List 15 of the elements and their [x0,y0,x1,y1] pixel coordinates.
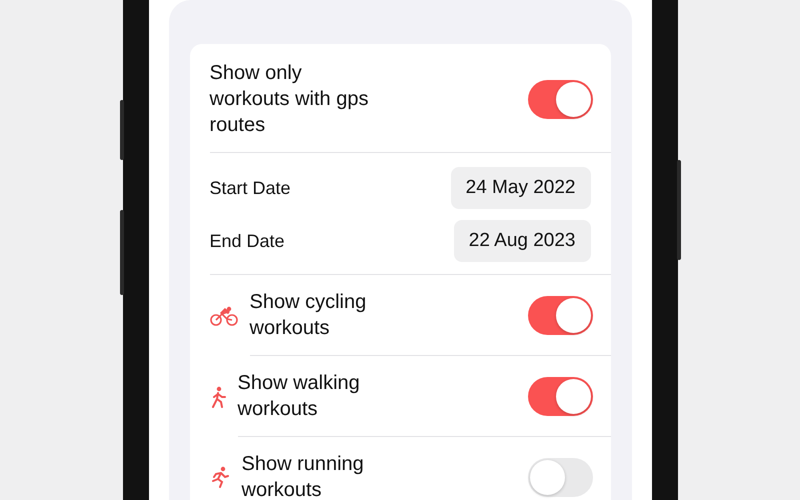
toggle-label: Show only workouts with gps routes [210,61,370,138]
toggle-label: Show walking workouts [238,371,361,422]
date-picker[interactable]: 24 May 2022 [450,167,590,209]
walking-person-icon [210,386,226,408]
toggle-switch[interactable] [528,296,592,334]
toggle-switch[interactable] [528,80,592,118]
cyclist-icon [210,306,238,326]
date-label: End Date [210,230,285,252]
toggle-label: Show running workouts [242,452,365,500]
toggle-switch[interactable] [528,376,592,416]
toggle-label: Show cycling workouts [250,290,368,341]
date-picker[interactable]: 22 Aug 2023 [454,220,590,262]
date-label: Start Date [210,178,291,198]
toggle-switch[interactable] [528,458,592,496]
running-person-icon [210,466,230,488]
